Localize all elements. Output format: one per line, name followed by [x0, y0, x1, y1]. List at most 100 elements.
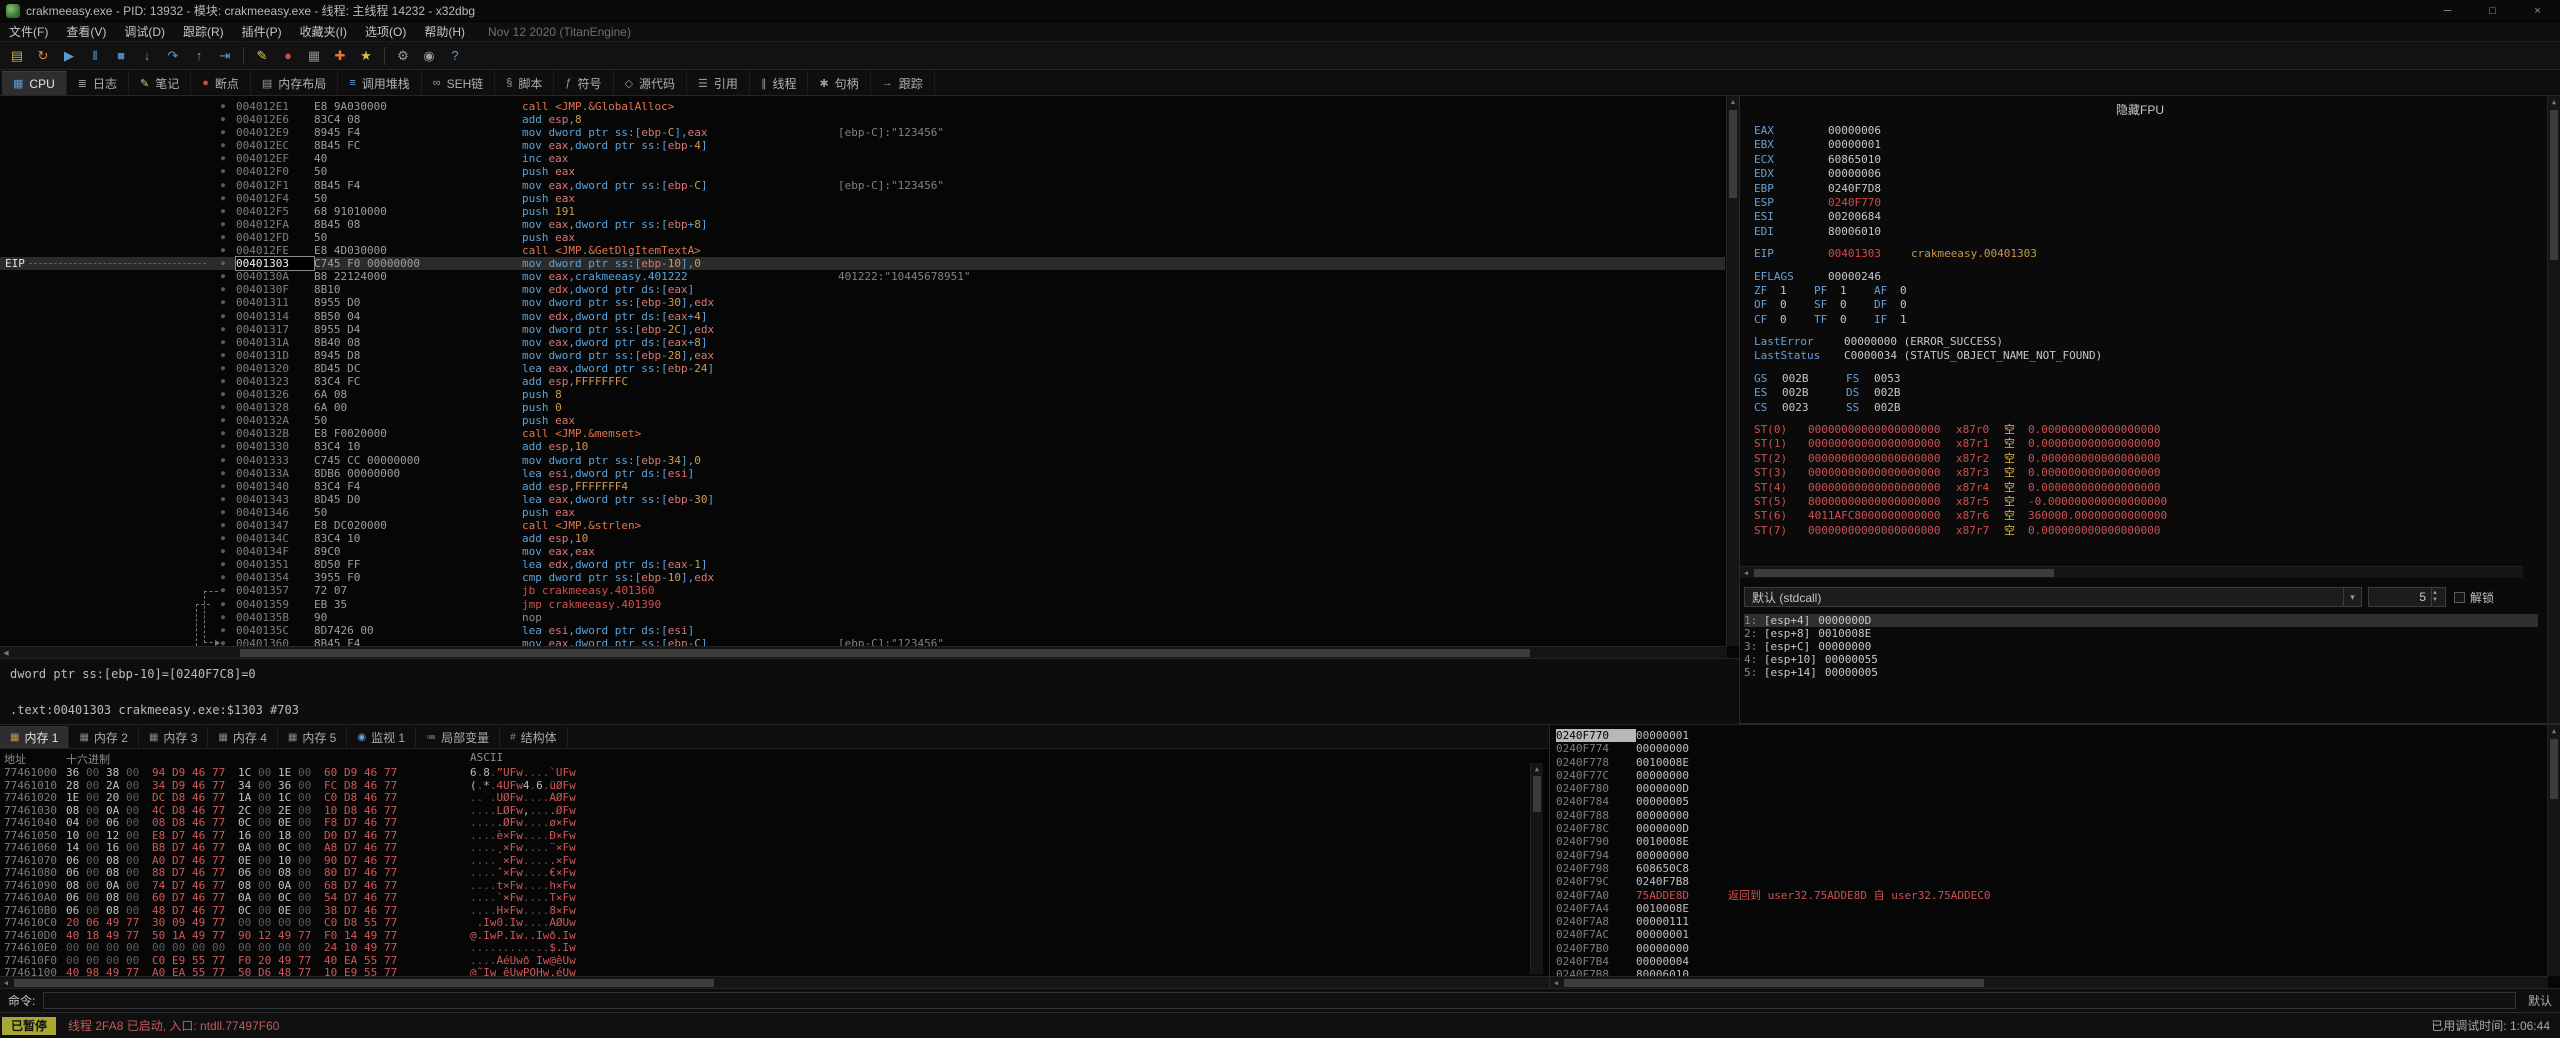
tab-内存 3[interactable]: ▦ 内存 3 — [139, 726, 209, 748]
breakpoint-dot[interactable]: ● — [210, 506, 236, 519]
argument-count-stepper[interactable]: 5 ▲ ▼ — [2368, 587, 2446, 607]
disasm-row[interactable]: ● 004012EC 8B45 FC mov eax,dword ptr ss:[eb… — [0, 139, 1725, 152]
disasm-row[interactable]: ● 0040134C 83C4 10 add esp,10 — [0, 532, 1725, 545]
breakpoint-dot[interactable]: ● — [210, 362, 236, 375]
disasm-row[interactable]: ● 00401328 6A 00 push 0 — [0, 401, 1725, 414]
dump-vertical-scrollbar[interactable]: ▲ — [1530, 763, 1543, 974]
register-line[interactable]: ST(0) 00000000000000000000 x87r0 空 0.0000000… — [1754, 423, 2536, 437]
breakpoint-dot[interactable]: ● — [210, 126, 236, 139]
tab-内存 4[interactable]: ▦ 内存 4 — [208, 726, 278, 748]
breakpoint-dot[interactable]: ● — [210, 388, 236, 401]
stack-row[interactable]: 0240F780 0000000D — [1556, 782, 2546, 795]
disasm-row[interactable]: ● 00401326 6A 08 push 8 — [0, 388, 1725, 401]
registers-vertical-scrollbar[interactable]: ▲ — [2547, 96, 2560, 723]
disasm-row[interactable]: ● 0040134F 89C0 mov eax,eax — [0, 545, 1725, 558]
breakpoint-dot[interactable]: ● — [210, 493, 236, 506]
disasm-row[interactable]: ● 004012F1 8B45 F4 mov eax,dword ptr ss:[eb… — [0, 179, 1725, 192]
register-line[interactable]: ST(6) 4011AFC8000000000000 x87r6 空 360000.00… — [1754, 509, 2536, 523]
disasm-row[interactable]: ● 004012F4 50 push eax — [0, 192, 1725, 205]
disasm-row[interactable]: ● 0040130F 8B10 mov edx,dword ptr ds:[eax] — [0, 283, 1725, 296]
register-line[interactable]: ST(5) 80000000000000000000 x87r5 空 -0.000000… — [1754, 495, 2536, 509]
disasm-row[interactable]: ● 0040131D 8945 D8 mov dword ptr ss:[ebp-28… — [0, 349, 1725, 362]
tab-局部变量[interactable]: ≔ 局部变量 — [416, 726, 501, 748]
run-icon[interactable]: ▶ — [57, 45, 81, 67]
disasm-row[interactable]: ● 00401314 8B50 04 mov edx,dword ptr ds:[ea… — [0, 310, 1725, 323]
scroll-thumb[interactable] — [1564, 979, 1984, 987]
stack-row[interactable]: 0240F788 00000000 — [1556, 809, 2546, 822]
memory-dump-pane[interactable]: 地址 十六进制 ASCII 77461000 36 00 38 00 94 D9 46 77 1C… — [0, 748, 1549, 988]
breakpoint-dot[interactable]: ● — [210, 558, 236, 571]
disasm-row[interactable]: ● 0040132A 50 push eax — [0, 414, 1725, 427]
scroll-thumb[interactable] — [1754, 569, 2054, 577]
disasm-row[interactable]: ● 00401346 50 push eax — [0, 506, 1725, 519]
menu-item-帮[interactable]: 帮助(H) — [415, 22, 474, 42]
menu-item-选[interactable]: 选项(O) — [356, 22, 415, 42]
scroll-thumb[interactable] — [1729, 110, 1737, 198]
breakpoint-dot[interactable]: ● — [210, 336, 236, 349]
register-line[interactable]: ST(7) 00000000000000000000 x87r7 空 0.0000000… — [1754, 524, 2536, 538]
restart-icon[interactable]: ↻ — [31, 45, 55, 67]
scroll-left-icon[interactable]: ◀ — [0, 977, 12, 988]
command-mode[interactable]: 默认 — [2528, 992, 2552, 1009]
register-line[interactable]: ES 002B DS 002B — [1754, 386, 2536, 400]
register-line[interactable]: CS 0023 SS 002B — [1754, 401, 2536, 415]
stop-icon[interactable]: ■ — [109, 45, 133, 67]
disasm-row[interactable]: ● 00401347 E8 DC020000 call <JMP.&strlen> — [0, 519, 1725, 532]
tab-符号[interactable]: ƒ 符号 — [554, 71, 614, 95]
breakpoint-dot[interactable]: ● — [210, 113, 236, 126]
breakpoint-dot[interactable]: ● — [210, 270, 236, 283]
breakpoint-dot[interactable]: ● — [210, 310, 236, 323]
registers-horizontal-scrollbar[interactable]: ◀ — [1740, 566, 2523, 578]
settings-icon[interactable]: ⚙ — [391, 45, 415, 67]
scroll-thumb[interactable] — [14, 979, 714, 987]
disasm-row[interactable]: ● 00401357 72 07 jb crakmeeasy.401360 — [0, 584, 1725, 597]
register-line[interactable]: EBX 00000001 — [1754, 138, 2536, 152]
disasm-row[interactable]: ● 0040135C 8D7426 00 lea esi,dword ptr ds:[… — [0, 624, 1725, 637]
command-input[interactable] — [43, 992, 2516, 1009]
stack-row[interactable]: 0240F790 0010008E — [1556, 835, 2546, 848]
disasm-row[interactable]: ● 004012E1 E8 9A030000 call <JMP.&GlobalAll… — [0, 100, 1725, 113]
breakpoint-dot[interactable]: ● — [210, 257, 236, 270]
disasm-row[interactable]: ● 004012E6 83C4 08 add esp,8 — [0, 113, 1725, 126]
scroll-left-icon[interactable]: ◀ — [1740, 567, 1752, 578]
breakpoint-dot[interactable]: ● — [210, 427, 236, 440]
disasm-vertical-scrollbar[interactable]: ▲ — [1726, 96, 1739, 646]
tab-SEH链[interactable]: ∞ SEH链 — [422, 71, 496, 95]
dump-row[interactable]: 77461060 14 00 16 00 B8 D7 46 77 0A 00 0C 00 A8 D7 46 77… — [4, 841, 576, 855]
breakpoint-dot[interactable]: ● — [210, 218, 236, 231]
disasm-row[interactable]: EIP ● 00401303 C745 F0 00000000 mov dword pt… — [0, 256, 1725, 272]
disasm-horizontal-scrollbar[interactable]: ◀ — [0, 646, 1727, 658]
breakpoint-dot[interactable]: ● — [210, 571, 236, 584]
disasm-row[interactable]: ● 004012F5 68 91010000 push 191 — [0, 205, 1725, 218]
register-line[interactable]: ST(3) 00000000000000000000 x87r3 空 0.0000000… — [1754, 466, 2536, 480]
register-line[interactable]: EDX 00000006 — [1754, 167, 2536, 181]
breakpoint-dot[interactable]: ● — [210, 244, 236, 257]
breakpoint-dot[interactable]: ● — [210, 152, 236, 165]
stepper-arrows-icon[interactable]: ▲ ▼ — [2431, 588, 2445, 606]
breakpoint-dot[interactable]: ● — [210, 375, 236, 388]
tab-日志[interactable]: ≣ 日志 — [67, 71, 129, 95]
minimize-icon[interactable]: ─ — [2425, 0, 2470, 22]
scroll-up-icon[interactable]: ▲ — [2548, 96, 2560, 108]
unlock-checkbox[interactable]: 解锁 — [2454, 589, 2538, 606]
breakpoint-dot[interactable]: ● — [210, 165, 236, 178]
pause-icon[interactable]: ‖ — [83, 45, 107, 67]
step-over-icon[interactable]: ↷ — [161, 45, 185, 67]
menu-item-调[interactable]: 调试(D) — [115, 22, 174, 42]
disasm-row[interactable]: ● 00401354 3955 F0 cmp dword ptr ss:[ebp-10… — [0, 571, 1725, 584]
breakpoint-dot[interactable]: ● — [210, 545, 236, 558]
call-argument-row[interactable]: 4: [esp+10] 00000055 — [1744, 653, 2538, 666]
tab-内存 5[interactable]: ▦ 内存 5 — [278, 726, 348, 748]
calling-convention-select[interactable]: 默认 (stdcall) ▾ — [1744, 587, 2362, 607]
call-argument-row[interactable]: 5: [esp+14] 00000005 — [1744, 666, 2538, 679]
disasm-row[interactable]: ● 0040131A 8B40 08 mov eax,dword ptr ds:[ea… — [0, 336, 1725, 349]
stack-row[interactable]: 0240F77C 00000000 — [1556, 769, 2546, 782]
scroll-left-icon[interactable]: ◀ — [0, 647, 12, 658]
dump-row[interactable]: 774610C0 20 06 49 77 30 09 49 77 00 00 00 00 C0 D8 55 77… — [4, 916, 576, 930]
tab-CPU[interactable]: ▦ CPU — [2, 71, 67, 95]
tab-源代码[interactable]: ◇ 源代码 — [614, 71, 688, 95]
tab-线程[interactable]: ∥ 线程 — [750, 71, 809, 95]
stack-row[interactable]: 0240F778 0010008E — [1556, 756, 2546, 769]
disasm-row[interactable]: ● 00401330 83C4 10 add esp,10 — [0, 440, 1725, 453]
call-argument-row[interactable]: 3: [esp+C] 00000000 — [1744, 640, 2538, 653]
